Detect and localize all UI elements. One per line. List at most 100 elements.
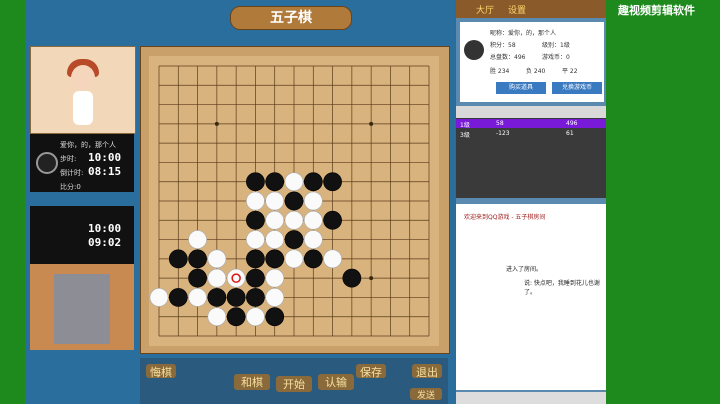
settings-button[interactable]: 设置 xyxy=(508,3,526,16)
game-title: 五子棋 xyxy=(230,6,352,30)
black-stone xyxy=(323,210,342,230)
black-stone xyxy=(226,307,246,327)
watermark-text: 趣视频剪辑软件 xyxy=(618,4,695,17)
white-stone xyxy=(246,307,265,327)
row-total: 496 xyxy=(566,120,578,127)
chat-welcome: 欢迎来到QQ游戏 - 五子棋房间 xyxy=(464,214,546,221)
black-stone xyxy=(226,288,246,307)
white-stone xyxy=(265,230,285,249)
chat-input[interactable] xyxy=(456,392,606,404)
black-stone xyxy=(246,172,265,192)
row-score: -123 xyxy=(496,130,510,137)
pixelated-avatar xyxy=(54,274,110,344)
black-stone-icon xyxy=(36,152,58,174)
row-name: 1级 xyxy=(460,122,470,129)
exchange-button[interactable]: 兑换游戏币 xyxy=(552,82,602,94)
user-losses: 负 240 xyxy=(526,68,546,75)
white-stone xyxy=(284,172,304,192)
user-coins: 游戏币：0 xyxy=(542,54,570,61)
user-card: 昵称：爱你，的，那个人 积分：58 级别：1级 总盘数：496 游戏币：0 胜 … xyxy=(460,22,604,102)
black-stone xyxy=(188,249,207,269)
regret-button[interactable]: 悔棋 xyxy=(146,364,176,379)
table-row[interactable]: 1级 58 496 xyxy=(456,119,606,129)
countdown-label: 倒计时: xyxy=(60,169,84,177)
bottom-toolbar: 悔棋 和棋 开始 认输 保存 退出 发送 xyxy=(140,358,448,404)
gomoku-board[interactable] xyxy=(149,56,439,346)
white-stone xyxy=(188,230,207,249)
user-score: 积分：58 xyxy=(490,42,516,49)
avatar-face xyxy=(71,65,95,91)
star-point xyxy=(369,276,374,281)
white-stone xyxy=(207,249,227,269)
table-row[interactable]: 3级 -123 61 xyxy=(456,129,606,139)
avatar-body xyxy=(73,91,93,125)
black-stone xyxy=(188,268,207,288)
white-stone xyxy=(188,288,207,307)
save-button[interactable]: 保存 xyxy=(356,364,386,379)
row-name: 3级 xyxy=(460,132,470,139)
start-button[interactable]: 开始 xyxy=(276,376,312,392)
score-table-header xyxy=(456,106,606,118)
score-label: 比分:0 xyxy=(60,183,81,191)
black-stone xyxy=(265,172,285,192)
star-point xyxy=(214,121,219,126)
hall-button[interactable]: 大厅 xyxy=(476,3,494,16)
black-stone xyxy=(303,249,323,269)
countdown-time: 08:15 xyxy=(88,165,122,178)
white-stone xyxy=(284,210,304,230)
chat-panel: 欢迎来到QQ游戏 - 五子棋房间 进入了房间。 说: 快点吧，我睡到花儿也谢了。 xyxy=(456,204,606,390)
row-score: 58 xyxy=(496,120,504,127)
white-stone xyxy=(265,288,285,307)
black-stone xyxy=(284,230,304,249)
white-stone xyxy=(226,268,246,288)
black-stone xyxy=(284,191,304,211)
black-stone xyxy=(168,288,188,307)
black-stone xyxy=(168,249,188,269)
user-nick: 昵称：爱你，的，那个人 xyxy=(490,30,557,37)
black-stone xyxy=(303,172,323,192)
draw-button[interactable]: 和棋 xyxy=(234,374,270,390)
player-info-top: 爱你，的，那个人 步时: 10:00 倒计时: 08:15 比分:0 xyxy=(30,134,134,192)
white-stone xyxy=(303,230,323,249)
white-stone xyxy=(303,191,323,211)
user-rank: 级别：1级 xyxy=(542,42,570,49)
right-top-bar: 大厅 设置 xyxy=(456,0,606,18)
resign-button[interactable]: 认输 xyxy=(318,374,354,390)
player-info-bottom: 10:00 09:02 xyxy=(30,206,134,264)
chat-joined: 进入了房间。 xyxy=(506,266,543,273)
step-time-bottom: 10:00 xyxy=(88,222,122,235)
step-time-label: 步时: xyxy=(60,155,77,163)
user-wins: 胜 234 xyxy=(490,68,510,75)
buy-props-button[interactable]: 购买道具 xyxy=(496,82,546,94)
white-stone xyxy=(246,230,265,249)
chat-message: 说: 快点吧，我睡到花儿也谢了。 xyxy=(524,280,600,296)
white-stone xyxy=(207,307,227,327)
countdown-time-bottom: 09:02 xyxy=(88,236,122,249)
white-stone xyxy=(284,249,304,269)
black-stone xyxy=(342,268,362,288)
black-stone xyxy=(265,307,285,327)
exit-button[interactable]: 退出 xyxy=(412,364,442,379)
white-stone xyxy=(265,210,285,230)
user-total: 总盘数：496 xyxy=(490,54,526,61)
player-avatar-top xyxy=(30,46,136,134)
white-stone xyxy=(265,191,285,211)
user-draws: 平 22 xyxy=(562,68,578,75)
white-stone xyxy=(323,249,342,269)
black-stone xyxy=(265,249,285,269)
white-stone xyxy=(246,191,265,211)
player-avatar-bottom xyxy=(30,264,134,350)
send-button[interactable]: 发送 xyxy=(410,388,442,401)
star-point xyxy=(369,121,374,126)
white-stone xyxy=(303,210,323,230)
white-stone xyxy=(265,268,285,288)
black-stone xyxy=(323,172,342,192)
black-stone xyxy=(246,288,265,307)
row-total: 61 xyxy=(566,130,574,137)
black-stone xyxy=(207,288,227,307)
white-stone xyxy=(149,288,169,307)
black-stone xyxy=(246,210,265,230)
white-stone xyxy=(207,268,227,288)
step-time: 10:00 xyxy=(88,151,122,164)
player-name: 爱你，的，那个人 xyxy=(60,141,116,149)
